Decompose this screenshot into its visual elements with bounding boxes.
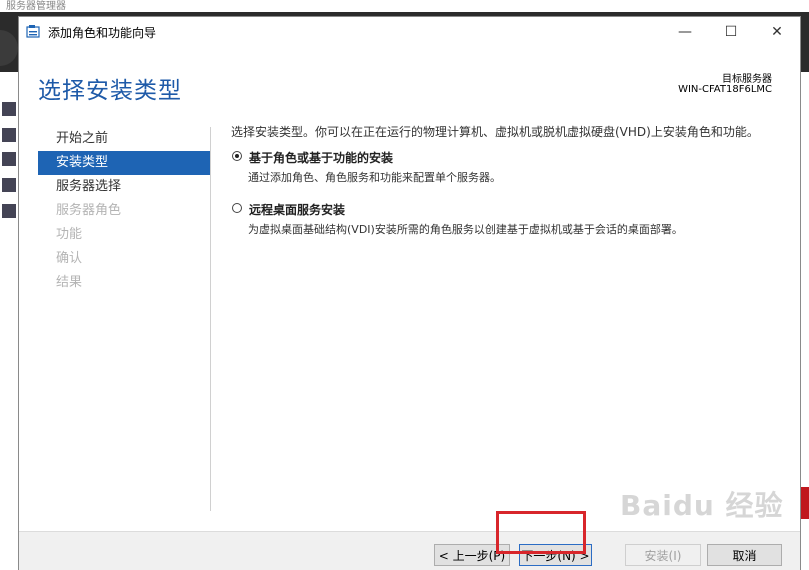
button-bar: < 上一步(P) 下一步(N) > 安装(I) 取消 bbox=[19, 531, 800, 570]
watermark: Baidu 经验 bbox=[620, 489, 784, 522]
background-red-badge bbox=[801, 487, 809, 519]
remote-desktop-desc: 为虚拟桌面基础结构(VDI)安装所需的角色服务以创建基于虚拟机或基于会话的桌面部… bbox=[248, 223, 683, 236]
file-services-icon bbox=[2, 178, 16, 192]
storage-icon bbox=[2, 204, 16, 218]
remote-desktop-radio[interactable] bbox=[232, 203, 242, 213]
background-app-title: 服务器管理器 bbox=[6, 1, 66, 12]
server-icon bbox=[2, 128, 16, 142]
destination-server-name: WIN-CFAT18F6LMC bbox=[678, 84, 772, 95]
next-button-highlight bbox=[496, 511, 586, 554]
cancel-button[interactable]: 取消 bbox=[707, 544, 782, 566]
page-title: 选择安装类型 bbox=[38, 78, 182, 104]
minimize-button[interactable]: — bbox=[662, 17, 708, 47]
remote-desktop-title[interactable]: 远程桌面服务安装 bbox=[249, 201, 791, 218]
nav-divider bbox=[210, 127, 211, 511]
option-remote-desktop[interactable]: 远程桌面服务安装 为虚拟桌面基础结构(VDI)安装所需的角色服务以创建基于虚拟机… bbox=[231, 201, 791, 237]
nav-item-installation-type[interactable]: 安装类型 bbox=[38, 151, 210, 175]
servers-icon bbox=[2, 152, 16, 166]
nav-item-features: 功能 bbox=[56, 227, 83, 242]
background-sidebar bbox=[0, 72, 18, 570]
background-titlebar: 服务器管理器 bbox=[0, 0, 809, 12]
close-button[interactable]: ✕ bbox=[754, 17, 800, 47]
maximize-button[interactable]: ☐ bbox=[708, 17, 754, 47]
install-button: 安装(I) bbox=[625, 544, 701, 566]
nav-item-confirmation: 确认 bbox=[56, 251, 83, 266]
nav-item-server-roles: 服务器角色 bbox=[56, 203, 122, 218]
nav-item-results: 结果 bbox=[56, 275, 83, 290]
title-bar: 添加角色和功能向导 — ☐ ✕ bbox=[19, 17, 800, 47]
role-based-radio[interactable] bbox=[232, 151, 242, 161]
destination-server-label: 目标服务器 bbox=[722, 74, 772, 85]
nav-item-server-selection[interactable]: 服务器选择 bbox=[38, 175, 210, 199]
wizard-app-icon bbox=[26, 25, 40, 38]
role-based-desc: 通过添加角色、角色服务和功能来配置单个服务器。 bbox=[248, 171, 501, 184]
content-area: 选择安装类型。你可以在正在运行的物理计算机、虚拟机或脱机虚拟硬盘(VHD)上安装… bbox=[231, 123, 791, 237]
dashboard-icon bbox=[2, 102, 16, 116]
role-based-title[interactable]: 基于角色或基于功能的安装 bbox=[249, 149, 791, 166]
window-title: 添加角色和功能向导 bbox=[48, 26, 157, 40]
wizard-nav: 开始之前 安装类型 服务器选择 服务器角色 功能 确认 结果 bbox=[38, 127, 210, 295]
nav-item-before-you-begin[interactable]: 开始之前 bbox=[38, 127, 210, 151]
option-role-based[interactable]: 基于角色或基于功能的安装 通过添加角色、角色服务和功能来配置单个服务器。 bbox=[231, 149, 791, 185]
installation-type-description: 选择安装类型。你可以在正在运行的物理计算机、虚拟机或脱机虚拟硬盘(VHD)上安装… bbox=[231, 125, 759, 139]
